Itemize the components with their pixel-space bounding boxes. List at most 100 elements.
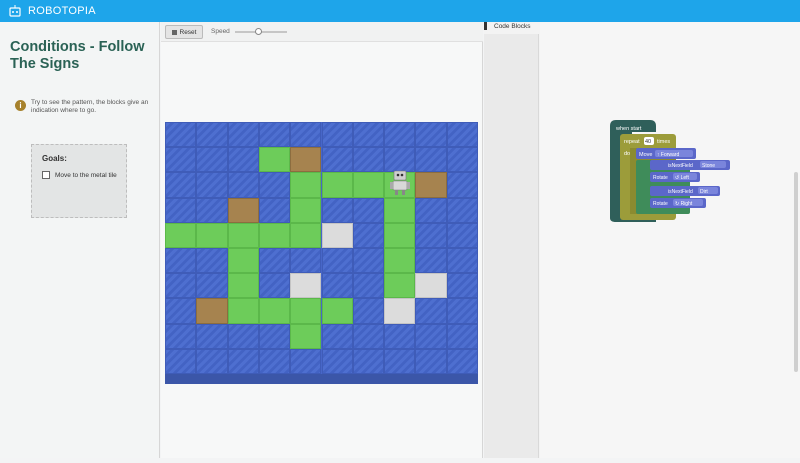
code-blocks-title: Code Blocks xyxy=(494,23,531,30)
water-tile xyxy=(165,323,197,349)
water-tile xyxy=(415,122,447,148)
if-stone-value: Stone xyxy=(702,163,715,169)
speed-label: Speed xyxy=(211,28,230,35)
if-dirt-condition-label: isNextField xyxy=(668,189,693,195)
grass-tile xyxy=(290,222,322,248)
lesson-panel: Conditions - Follow The Signs i Try to s… xyxy=(0,22,160,458)
water-tile xyxy=(227,122,259,148)
game-panel: Reset Speed xyxy=(161,22,483,458)
water-tile xyxy=(446,172,478,198)
water-tile xyxy=(196,273,228,299)
workspace-scrollbar[interactable] xyxy=(794,172,798,372)
dirt-tile xyxy=(290,147,322,173)
water-tile xyxy=(258,273,291,299)
dirt-tile xyxy=(196,298,228,324)
grass-tile xyxy=(290,197,322,223)
water-tile xyxy=(165,298,197,324)
water-tile xyxy=(384,122,416,148)
water-tile xyxy=(258,172,291,198)
water-tile xyxy=(165,248,197,274)
water-tile xyxy=(446,122,478,148)
grass-tile xyxy=(290,172,322,198)
water-tile xyxy=(415,147,447,173)
water-tile xyxy=(196,323,228,349)
water-tile xyxy=(196,147,228,173)
water-tile xyxy=(196,122,228,148)
water-tile xyxy=(196,197,228,223)
info-icon: i xyxy=(15,100,26,111)
water-tile xyxy=(196,348,228,374)
grass-tile xyxy=(290,298,322,324)
metal-tile xyxy=(290,273,322,299)
grass-tile xyxy=(258,222,291,248)
rotate-right-value: ↻ Right xyxy=(675,201,693,207)
grass-tile xyxy=(227,222,259,248)
water-tile xyxy=(227,172,259,198)
block-palette xyxy=(484,34,539,458)
move-direction: ↑ Forward xyxy=(657,152,679,158)
grass-tile xyxy=(258,298,291,324)
robot-icon xyxy=(9,5,21,17)
page-title: Conditions - Follow The Signs xyxy=(10,39,145,72)
water-tile xyxy=(321,248,353,274)
reset-label: Reset xyxy=(179,28,197,36)
water-tile xyxy=(321,273,353,299)
metal-tile xyxy=(415,273,447,299)
water-tile xyxy=(165,273,197,299)
grass-tile xyxy=(384,197,416,223)
water-tile xyxy=(321,147,353,173)
water-tile xyxy=(446,298,478,324)
goals-title: Goals: xyxy=(42,154,67,163)
water-tile xyxy=(446,222,478,248)
water-tile xyxy=(196,172,228,198)
water-tile xyxy=(227,323,259,349)
rotate-right-label: Rotate xyxy=(653,201,668,207)
grass-tile xyxy=(384,273,416,299)
water-tile xyxy=(446,147,478,173)
speed-slider-handle[interactable] xyxy=(255,28,263,35)
grass-tile xyxy=(352,172,385,198)
app-title: ROBOTOPIA xyxy=(28,5,96,17)
reset-button[interactable]: Reset xyxy=(165,25,203,39)
goal-item: Move to the metal tile xyxy=(42,171,117,179)
grass-tile xyxy=(321,298,353,324)
goal-checkbox xyxy=(42,171,50,179)
water-tile xyxy=(384,323,416,349)
grass-tile xyxy=(290,323,322,349)
block-program[interactable]: when start repeat 40 times do Move ↑ For… xyxy=(540,22,800,458)
repeat-label: repeat xyxy=(624,139,640,145)
water-tile xyxy=(415,298,447,324)
grass-tile xyxy=(227,248,259,274)
start-label: when start xyxy=(615,126,642,132)
water-tile xyxy=(415,222,447,248)
water-tile xyxy=(165,147,197,173)
water-tile xyxy=(258,197,291,223)
water-tile xyxy=(415,348,447,374)
grass-tile xyxy=(321,172,353,198)
block-workspace: when start repeat 40 times do Move ↑ For… xyxy=(540,22,800,458)
water-tile xyxy=(415,323,447,349)
water-tile xyxy=(321,323,353,349)
water-tile xyxy=(290,348,322,374)
water-tile xyxy=(415,248,447,274)
rotate-left-label: Rotate xyxy=(653,175,668,181)
dirt-tile xyxy=(415,172,447,198)
grass-tile xyxy=(384,222,416,248)
water-tile xyxy=(384,147,416,173)
water-tile xyxy=(196,248,228,274)
water-tile xyxy=(321,348,353,374)
water-tile xyxy=(165,122,197,148)
hint-text: Try to see the pattern, the blocks give … xyxy=(31,99,149,114)
water-tile xyxy=(321,122,353,148)
water-tile xyxy=(290,122,322,148)
stop-icon xyxy=(171,29,177,35)
hint: i Try to see the pattern, the blocks giv… xyxy=(15,99,155,115)
grass-tile xyxy=(165,222,197,248)
robot-icon xyxy=(388,170,412,196)
water-tile xyxy=(227,147,259,173)
water-tile xyxy=(352,323,385,349)
repeat-do-label: do xyxy=(624,151,630,157)
water-tile xyxy=(352,248,385,274)
water-tile xyxy=(352,348,385,374)
water-tile xyxy=(384,348,416,374)
